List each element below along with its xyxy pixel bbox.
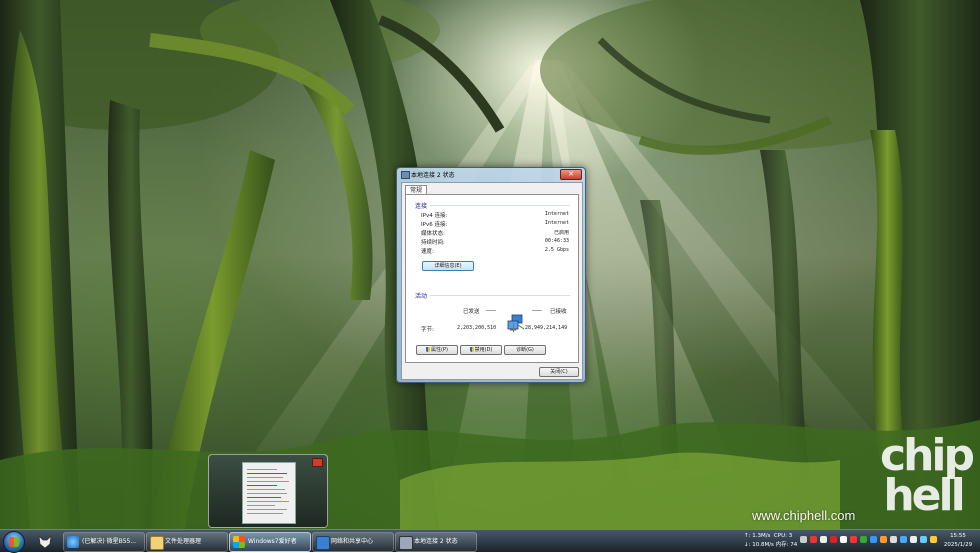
tray-app-icon[interactable] [830,536,837,543]
sent-dash [486,310,496,311]
tray-keyboard-icon[interactable] [800,536,807,543]
details-button[interactable]: 详细信息(E) [422,261,474,271]
bytes-received-value: 28,949,214,149 [525,325,568,331]
tray-app-icon[interactable] [840,536,847,543]
tray-app-icon[interactable] [900,536,907,543]
speed-value: 2.5 Gbps [544,247,569,253]
media-state-row: 媒体状态: 已启用 [421,229,569,238]
tray-app-icon[interactable] [880,536,887,543]
taskbar-item-label: Windows7爱好者 [248,538,297,545]
chiphell-watermark-logo: chip hell [880,430,975,521]
site-url-watermark: www.chiphell.com [752,508,856,523]
activity-heading: 活动 [415,293,428,300]
tray-app-icon[interactable] [890,536,897,543]
dialog-close-button[interactable]: ✕ [560,169,582,180]
windows-orb-icon [233,536,245,548]
network-adapter-icon [401,171,410,179]
taskbar-item-label: (已解决) 微星B55... [82,538,137,545]
speed-label: 速度: [421,249,434,255]
browser-icon [67,536,79,548]
thumbnail-window-image [242,462,296,524]
ipv4-row: IPv4 连接: Internet [421,211,569,220]
diagnose-button[interactable]: 诊断(G) [504,345,546,355]
dialog-title: 本地连接 2 状态 [411,172,455,179]
connection-heading: 连接 [415,203,428,210]
uac-shield-icon [469,347,474,352]
tray-app-icon[interactable] [810,536,817,543]
dialog-client-area: 常规 连接 IPv4 连接: Internet IPv6 连接: Interne… [401,182,583,380]
pinned-app-fox-icon[interactable] [34,532,56,550]
cpu-usage: CPU: 3 [773,533,793,539]
media-state-label: 媒体状态: [421,231,445,237]
properties-label: 属性(P) [431,347,448,353]
taskbar-item-network-center[interactable]: 网络和共享中心 [312,532,394,552]
thumbnail-close-icon[interactable] [312,458,323,467]
close-button[interactable]: 关闭(C) [539,367,579,377]
system-monitor-readout: ↑: 1.3M/s CPU: 3 ↓: 10.8M/s 内存: 74 [744,532,797,550]
disable-label: 禁用(D) [474,347,493,353]
start-button[interactable] [3,531,25,553]
net-up-speed: ↑: 1.3M/s [744,533,771,539]
clock-date: 2025/1/29 [943,542,973,548]
connection-status-dialog: 本地连接 2 状态 ✕ 常规 连接 IPv4 连接: Internet IPv6… [396,167,586,383]
uac-shield-icon [426,347,431,352]
net-down-speed: ↓: 10.8M/s [744,542,774,548]
speed-row: 速度: 2.5 Gbps [421,247,569,256]
disable-button[interactable]: 禁用(D) [460,345,502,355]
tray-network-icon[interactable] [920,536,927,543]
taskbar-item-label: 文件处理器理 [165,538,202,545]
ipv4-value: Internet [544,211,569,217]
clock-time: 15:55 [950,533,966,539]
duration-label: 持续时间: [421,240,445,246]
taskbar-item-label: 本地连接 2 状态 [414,538,458,545]
duration-value: 00:46:33 [544,238,569,244]
network-icon [316,536,330,550]
tray-app-icon[interactable] [870,536,877,543]
ipv6-value: Internet [544,220,569,226]
network-activity-icon [507,314,525,331]
properties-button[interactable]: 属性(P) [416,345,458,355]
connection-separator [430,205,570,206]
dialog-titlebar[interactable]: 本地连接 2 状态 ✕ [397,168,585,181]
taskbar-thumbnail-preview[interactable] [208,454,328,528]
ipv6-label: IPv6 连接: [421,222,448,228]
ipv6-row: IPv6 连接: Internet [421,220,569,229]
mem-usage: 内存: 74 [775,542,798,548]
taskbar-item-connection-status[interactable]: 本地连接 2 状态 [395,532,477,552]
taskbar-item-label: 网络和共享中心 [331,538,374,545]
close-icon: ✕ [568,170,574,178]
activity-separator [430,295,570,296]
folder-icon [150,536,164,550]
tray-shield-icon[interactable] [930,536,937,543]
received-dash [532,310,542,311]
system-clock[interactable]: 15:55 2025/1/29 [938,532,978,550]
network-adapter-icon [399,536,413,550]
bytes-sent-value: 2,203,200,510 [457,325,497,331]
taskbar-item-forum[interactable]: (已解决) 微星B55... [63,532,145,552]
bytes-divider [513,323,514,332]
taskbar-item-win7-browser[interactable]: Windows7爱好者 [229,532,311,552]
ipv4-label: IPv4 连接: [421,213,448,219]
tray-volume-icon[interactable] [910,536,917,543]
taskbar: (已解决) 微星B55... 文件处理器理 Windows7爱好者 网络和共享中… [0,529,980,553]
sent-label: 已发送 [463,309,480,315]
media-state-value: 已启用 [553,230,569,236]
bytes-label: 字节: [421,327,434,333]
duration-row: 持续时间: 00:46:33 [421,238,569,247]
windows-logo-icon [9,537,19,547]
notification-area-icons [800,536,940,546]
taskbar-item-file-manager[interactable]: 文件处理器理 [146,532,228,552]
general-panel: 连接 IPv4 连接: Internet IPv6 连接: Internet 媒… [405,194,579,363]
tray-app-icon[interactable] [820,536,827,543]
tray-app-icon[interactable] [850,536,857,543]
tray-app-icon[interactable] [860,536,867,543]
received-label: 已接收 [550,309,567,315]
